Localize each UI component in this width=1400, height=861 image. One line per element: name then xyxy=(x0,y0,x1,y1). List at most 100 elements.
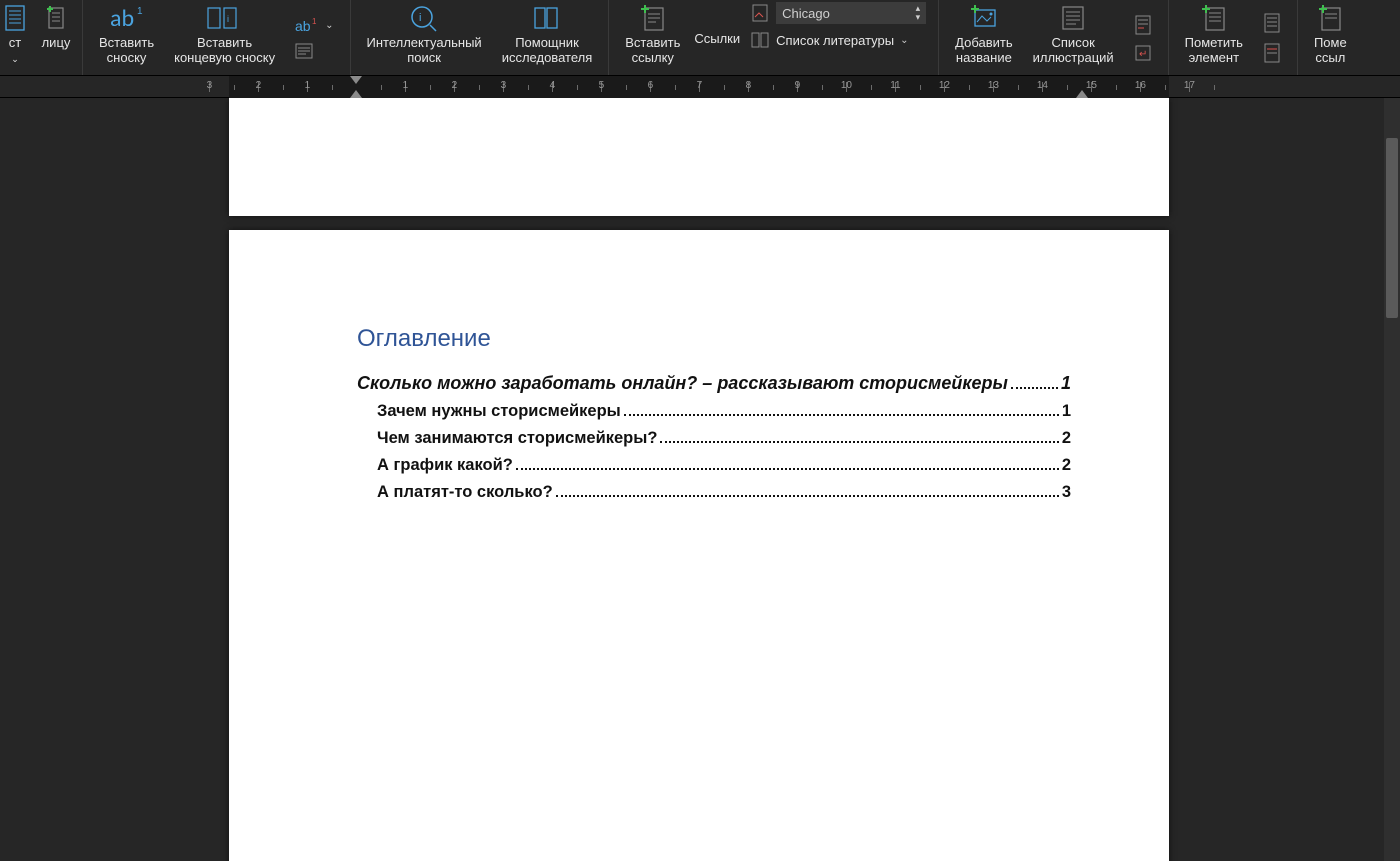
insert-footnote-button[interactable]: ab1 Вставить сноску xyxy=(89,0,164,75)
footnote-small-col: ab1 ⌄ xyxy=(285,0,343,75)
list-of-figures-button[interactable]: Список иллюстраций xyxy=(1023,0,1124,75)
next-footnote-icon: ab1 xyxy=(295,17,321,35)
doc-plus-icon xyxy=(46,2,66,34)
mark-citation-partial[interactable]: Поме ссыл xyxy=(1304,0,1347,75)
toc-leader xyxy=(1011,385,1058,389)
ribbon-group-captions: Добавить название Список иллюстраций ↵ xyxy=(939,0,1169,75)
smart-lookup-button[interactable]: i Интеллектуальный поиск xyxy=(357,0,492,75)
horizontal-ruler[interactable]: 3211234567891011121314151617 xyxy=(0,76,1400,98)
mark-citation-icon xyxy=(1318,2,1342,34)
smart-lookup-icon: i xyxy=(409,2,439,34)
insert-table-ref-partial[interactable]: лицу xyxy=(36,0,76,75)
list-of-figures-label: Список иллюстраций xyxy=(1033,36,1114,66)
page-previous-bottom[interactable] xyxy=(229,98,1169,216)
document-area[interactable]: Оглавление Сколько можно заработать онла… xyxy=(0,98,1400,861)
svg-text:i: i xyxy=(419,12,421,24)
toc-entry-page: 2 xyxy=(1062,456,1071,475)
chevron-down-icon: ⌄ xyxy=(325,20,333,31)
bibliography-icon xyxy=(750,30,770,50)
insert-footnote-label: Вставить сноску xyxy=(99,36,154,66)
toc-title[interactable]: Оглавление xyxy=(357,325,1071,353)
toc-entry-page: 1 xyxy=(1061,373,1071,394)
svg-text:1: 1 xyxy=(312,17,317,26)
show-notes-button[interactable] xyxy=(291,41,337,61)
toc-list: Сколько можно заработать онлайн? – расск… xyxy=(357,373,1071,502)
insert-index-button[interactable] xyxy=(1259,10,1285,36)
toc-entry-page: 3 xyxy=(1062,483,1071,502)
scrollbar-thumb[interactable] xyxy=(1386,138,1398,318)
update-index-button[interactable] xyxy=(1259,40,1285,66)
toc-leader xyxy=(660,440,1058,443)
citation-side-col: Chicago ▴▾ Список литературы ⌄ xyxy=(744,0,932,75)
svg-text:ab: ab xyxy=(110,4,134,32)
caption-small-col: ↵ xyxy=(1124,0,1162,75)
researcher-button[interactable]: Помощник исследователя xyxy=(492,0,603,75)
insert-citation-label: Вставить ссылку xyxy=(625,36,680,66)
researcher-icon xyxy=(531,2,563,34)
toc-entry[interactable]: Чем занимаются сторисмейкеры? 2 xyxy=(377,429,1071,448)
list-of-figures-icon xyxy=(1060,2,1086,34)
citation-style-select[interactable]: Chicago ▴▾ xyxy=(776,2,926,24)
cross-reference-button[interactable]: ↵ xyxy=(1130,42,1156,64)
links-button[interactable]: Ссылки xyxy=(690,0,744,75)
toc-entry-text: А график какой? xyxy=(377,456,513,475)
mark-entry-label: Пометить элемент xyxy=(1185,36,1243,66)
toc-entry-text: Зачем нужны сторисмейкеры xyxy=(377,402,621,421)
ribbon-group-footnotes: ab1 Вставить сноску i Вставить концевую … xyxy=(83,0,351,75)
insert-endnote-label: Вставить концевую сноску xyxy=(174,36,275,66)
update-index-icon xyxy=(1263,42,1281,64)
svg-text:↵: ↵ xyxy=(1139,49,1147,60)
ribbon-group-citations: Вставить ссылку Ссылки Chicago ▴▾ Список… xyxy=(609,0,939,75)
citation-style-icon xyxy=(750,3,770,23)
toc-dropdown-partial[interactable]: ст ⌄ xyxy=(4,0,36,75)
svg-text:ab: ab xyxy=(295,18,311,34)
svg-text:i: i xyxy=(227,14,229,24)
endnote-icon: i xyxy=(206,2,244,34)
show-notes-icon xyxy=(295,43,313,59)
vertical-scrollbar[interactable] xyxy=(1384,98,1400,861)
bibliography-button[interactable]: Список литературы ⌄ xyxy=(750,30,926,50)
cross-ref-icon: ↵ xyxy=(1134,44,1152,62)
footnote-icon: ab1 xyxy=(110,2,144,34)
mark-citation-partial-label: Поме ссыл xyxy=(1314,36,1347,66)
toc-entry[interactable]: Сколько можно заработать онлайн? – расск… xyxy=(357,373,1071,394)
ribbon-group-citations-table: Поме ссыл xyxy=(1298,0,1353,75)
researcher-label: Помощник исследователя xyxy=(502,36,593,66)
ribbon-group-index: Пометить элемент xyxy=(1169,0,1298,75)
insert-caption-label: Добавить название xyxy=(955,36,1012,66)
index-small-col xyxy=(1253,0,1291,75)
update-figures-button[interactable] xyxy=(1130,12,1156,38)
insert-index-icon xyxy=(1263,12,1281,34)
toc-entry-page: 1 xyxy=(1062,402,1071,421)
toc-entry[interactable]: А платят-то сколько? 3 xyxy=(377,483,1071,502)
toc-entry-text: А платят-то сколько? xyxy=(377,483,553,502)
toc-leader xyxy=(556,494,1059,497)
insert-table-ref-partial-label: лицу xyxy=(42,36,71,51)
ribbon: ст ⌄ лицу ab1 Вставить сноску i В xyxy=(0,0,1400,76)
toc-entry-text: Чем занимаются сторисмейкеры? xyxy=(377,429,657,448)
toc-partial-label: ст ⌄ xyxy=(4,36,26,66)
links-label: Ссылки xyxy=(694,32,740,47)
svg-text:1: 1 xyxy=(137,6,143,17)
insert-citation-button[interactable]: Вставить ссылку xyxy=(615,0,690,75)
insert-caption-icon xyxy=(969,2,999,34)
insert-endnote-button[interactable]: i Вставить концевую сноску xyxy=(164,0,285,75)
insert-caption-button[interactable]: Добавить название xyxy=(945,0,1022,75)
toc-leader xyxy=(624,413,1059,416)
toc-entry-page: 2 xyxy=(1062,429,1071,448)
ribbon-group-toc: ст ⌄ лицу xyxy=(4,0,83,75)
next-footnote-button[interactable]: ab1 ⌄ xyxy=(291,15,337,37)
toc-entry[interactable]: Зачем нужны сторисмейкеры 1 xyxy=(377,402,1071,421)
toc-entry-text: Сколько можно заработать онлайн? – расск… xyxy=(357,373,1008,394)
mark-entry-icon xyxy=(1200,2,1228,34)
update-doc-icon xyxy=(1134,14,1152,36)
toc-entry[interactable]: А график какой? 2 xyxy=(377,456,1071,475)
bibliography-label: Список литературы xyxy=(776,33,894,48)
ruler-scale: 3211234567891011121314151617 xyxy=(229,76,1169,98)
page-current[interactable]: Оглавление Сколько можно заработать онла… xyxy=(229,230,1169,861)
mark-entry-button[interactable]: Пометить элемент xyxy=(1175,0,1253,75)
toc-icon xyxy=(5,2,25,34)
insert-citation-icon xyxy=(639,2,667,34)
select-arrows-icon: ▴▾ xyxy=(916,4,921,22)
toc-leader xyxy=(516,467,1059,470)
